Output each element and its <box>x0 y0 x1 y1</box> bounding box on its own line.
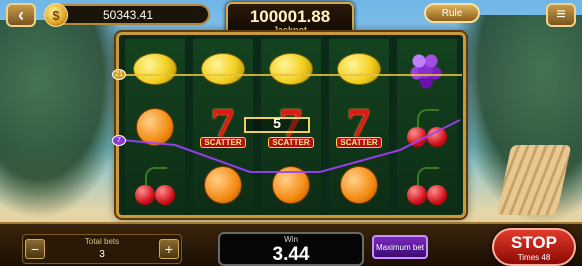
increase-bet-button[interactable]: + <box>159 239 179 259</box>
stop-button[interactable]: STOP Times 48 <box>492 228 576 266</box>
win-label: Win <box>284 235 298 244</box>
total-bets-control: − Total bets 3 + <box>22 234 182 264</box>
win-symbol-count: 5 <box>273 115 281 131</box>
win-value: 3.44 <box>272 244 310 265</box>
win-display: Win 3.44 <box>218 232 364 266</box>
autospin-times: Times 48 <box>517 253 551 262</box>
total-bets-label: Total bets <box>84 237 120 246</box>
payline-marker-21: 21 <box>112 69 126 80</box>
maximum-bet-button[interactable]: Maximum bet <box>372 235 428 259</box>
total-bets-value: 3 <box>99 249 105 260</box>
payline-marker-7: 7 <box>112 135 126 146</box>
bottom-bar: − Total bets 3 + Win 3.44 Maximum bet ST… <box>0 222 582 266</box>
stop-label: STOP <box>511 233 557 252</box>
payline-21 <box>122 74 462 76</box>
